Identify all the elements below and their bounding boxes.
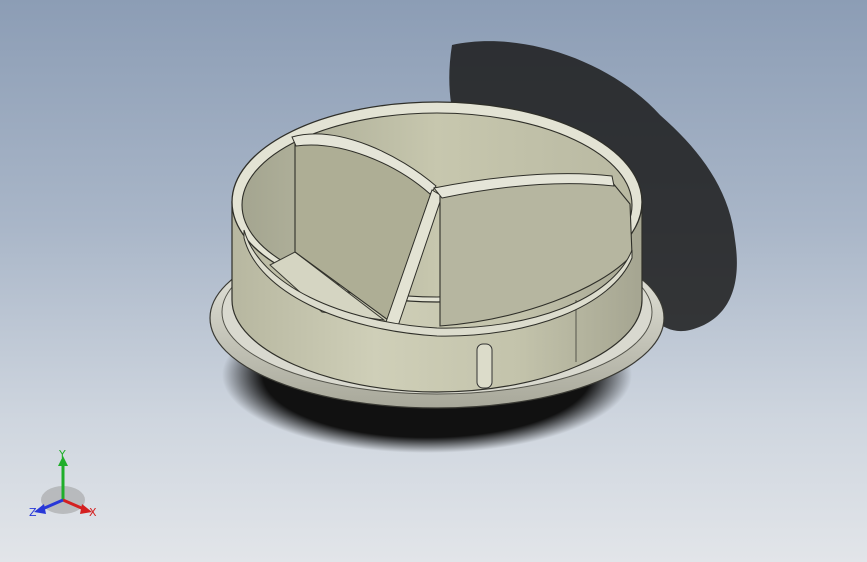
x-axis-label: X bbox=[89, 506, 97, 519]
z-axis-label: Z bbox=[29, 506, 37, 519]
cad-viewport[interactable]: Y X Z bbox=[0, 0, 867, 562]
model-scene[interactable] bbox=[0, 0, 867, 562]
y-axis-label: Y bbox=[58, 448, 66, 461]
view-triad[interactable]: Y X Z bbox=[22, 448, 106, 524]
snap-tab bbox=[476, 343, 493, 389]
